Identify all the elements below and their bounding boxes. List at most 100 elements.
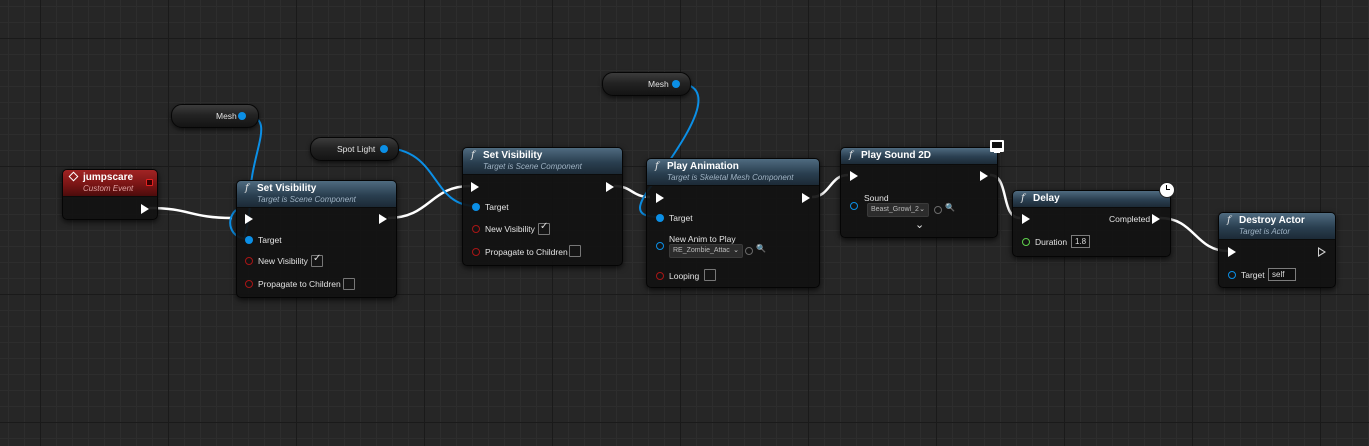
node-subtitle: Target is Actor [1239,227,1290,236]
set-visibility-node[interactable]: f Set Visibility Target is Scene Compone… [236,180,397,298]
anim-asset-dropdown[interactable]: RE_Zombie_Attac ⌄ [669,244,743,258]
play-sound-2d-node[interactable]: f Play Sound 2D Sound Beast_Growl_2 ⌄ 🔍 … [840,147,998,238]
node-title: Set Visibility [257,183,317,194]
target-pin[interactable] [472,203,480,211]
browse-icon[interactable]: 🔍 [945,203,955,212]
new-visibility-checkbox[interactable]: ✓ [538,221,550,235]
play-animation-node[interactable]: f Play Animation Target is Skeletal Mesh… [646,158,820,288]
set-visibility-node[interactable]: f Set Visibility Target is Scene Compone… [462,147,623,266]
anim-pin[interactable] [656,242,664,250]
node-title: Destroy Actor [1239,215,1305,226]
exec-in-pin[interactable] [1022,214,1030,224]
object-out-pin[interactable] [380,145,388,153]
browse-icon[interactable]: 🔍 [756,244,766,253]
exec-in-pin[interactable] [656,193,664,203]
exec-out-pin[interactable] [379,214,387,224]
exec-out-pin[interactable] [606,182,614,192]
chevron-down-icon: ⌄ [733,247,739,254]
variable-mesh[interactable]: Mesh [171,104,259,128]
sound-pin[interactable] [850,202,858,210]
function-icon: f [471,150,475,161]
function-icon: f [1021,193,1025,204]
bool-pin[interactable] [472,225,480,233]
bool-pin[interactable] [656,272,664,280]
bool-pin[interactable] [245,257,253,265]
node-header[interactable]: f Set Visibility Target is Scene Compone… [237,181,396,208]
node-header[interactable]: f Play Animation Target is Skeletal Mesh… [647,159,819,186]
pin-label: Completed [1109,214,1151,224]
target-pin[interactable] [245,236,253,244]
exec-wire [387,184,471,220]
pin-label: Propagate to Children [485,247,568,257]
pin-label: Target [1241,270,1265,280]
target-pin[interactable] [656,214,664,222]
exec-in-pin[interactable] [245,214,253,224]
looping-checkbox[interactable] [704,269,716,281]
delegate-pin[interactable] [146,179,153,186]
function-icon: f [245,183,249,194]
target-self-field[interactable]: self [1268,268,1296,281]
target-pin[interactable] [1228,271,1236,279]
pin-label: Sound [864,193,889,203]
exec-wire [148,206,233,220]
exec-in-pin[interactable] [1228,247,1236,257]
pin-label: Target [485,202,509,212]
use-selected-icon[interactable] [745,247,753,255]
node-subtitle: Target is Skeletal Mesh Component [667,173,794,182]
node-header[interactable]: f Destroy Actor Target is Actor [1219,213,1335,240]
check-icon: ✓ [313,253,322,264]
check-icon: ✓ [540,221,549,232]
function-icon: f [1227,215,1231,226]
object-out-pin[interactable] [238,112,246,120]
node-header[interactable]: f Play Sound 2D [841,148,997,165]
exec-out-pin[interactable] [980,171,988,181]
pin-label: Propagate to Children [258,279,341,289]
propagate-checkbox[interactable] [569,245,581,257]
delay-node[interactable]: f Delay Completed Duration 1.8 [1012,190,1171,257]
node-title: Set Visibility [483,150,543,161]
bool-pin[interactable] [472,248,480,256]
pin-label: New Visibility [485,224,535,234]
object-out-pin[interactable] [672,80,680,88]
exec-out-pin[interactable] [802,193,810,203]
expand-advanced-icon[interactable]: ⌄ [915,218,924,231]
client-only-icon [990,140,1004,153]
pin-label: Duration [1035,237,1068,247]
node-header[interactable]: jumpscare Custom Event [63,170,157,197]
duration-input[interactable]: 1.8 [1071,235,1091,248]
exec-out-pin[interactable] [1318,247,1326,257]
bool-pin[interactable] [245,280,253,288]
function-icon: f [849,150,853,161]
sound-asset-dropdown[interactable]: Beast_Growl_2 ⌄ [867,203,929,217]
custom-event-node[interactable]: jumpscare Custom Event [62,169,158,220]
clock-icon [1159,182,1175,198]
variable-mesh[interactable]: Mesh [602,72,691,96]
exec-out-pin[interactable] [141,204,149,214]
node-title: Delay [1033,193,1060,204]
node-header[interactable]: f Delay [1013,191,1170,208]
variable-spot-light[interactable]: Spot Light [310,137,399,161]
pin-label: New Visibility [258,256,308,266]
node-subtitle: Target is Scene Component [483,162,582,171]
variable-label: Mesh [216,111,237,121]
exec-in-pin[interactable] [471,182,479,192]
float-pin[interactable] [1022,238,1030,246]
propagate-checkbox[interactable] [343,278,355,290]
exec-in-pin[interactable] [850,171,858,181]
node-header[interactable]: f Set Visibility Target is Scene Compone… [463,148,622,175]
node-subtitle: Custom Event [83,184,134,193]
node-title: Play Sound 2D [861,150,932,161]
chevron-down-icon: ⌄ [919,206,925,213]
node-subtitle: Target is Scene Component [257,195,356,204]
event-icon [68,171,79,182]
completed-exec-pin[interactable] [1152,214,1160,224]
dropdown-value: Beast_Growl_2 [871,206,919,213]
function-icon: f [655,161,659,172]
destroy-actor-node[interactable]: f Destroy Actor Target is Actor Target s… [1218,212,1336,288]
pin-label: Target [258,235,282,245]
node-title: Play Animation [667,161,739,172]
use-selected-icon[interactable] [934,206,942,214]
variable-label: Mesh [648,79,669,89]
dropdown-value: RE_Zombie_Attac [673,247,730,254]
new-visibility-checkbox[interactable]: ✓ [311,253,323,267]
